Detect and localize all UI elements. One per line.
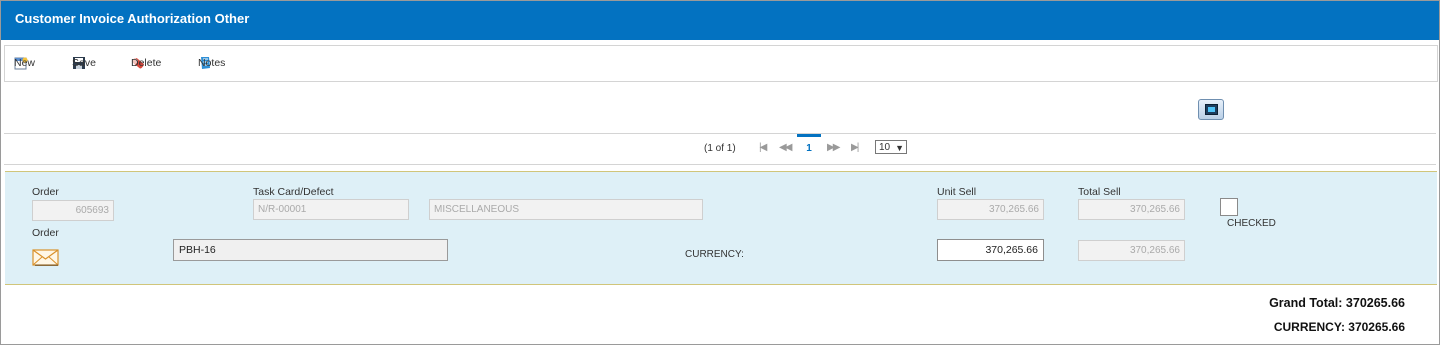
export-icon	[1205, 104, 1218, 115]
page-number-current[interactable]: 1	[797, 134, 821, 162]
checked-label: CHECKED	[1227, 218, 1276, 229]
window: Customer Invoice Authorization Other New…	[0, 0, 1440, 345]
page-title: Customer Invoice Authorization Other	[15, 11, 250, 26]
title-bar: Customer Invoice Authorization Other	[1, 1, 1439, 40]
delete-button[interactable]: Delete	[131, 55, 161, 71]
currency-unit-sell-input[interactable]: 370,265.66	[937, 239, 1044, 261]
export-button[interactable]	[1198, 99, 1224, 120]
notes-label: Notes	[198, 57, 226, 69]
notes-button[interactable]: Notes	[198, 55, 225, 71]
unit-sell-field: 370,265.66	[937, 199, 1044, 220]
chevron-down-icon: ▼	[895, 143, 904, 153]
order-label-2: Order	[32, 227, 59, 239]
unit-sell-label: Unit Sell	[937, 186, 977, 198]
total-sell-label: Total Sell	[1078, 186, 1121, 198]
checked-checkbox[interactable]	[1220, 198, 1238, 216]
last-page-button[interactable]: ▶|	[851, 142, 859, 153]
delete-label: Delete	[131, 57, 162, 69]
order-field: 605693	[32, 200, 114, 221]
task-card-label: Task Card/Defect	[253, 186, 334, 198]
page-info: (1 of 1)	[704, 143, 736, 154]
toolbar: New Save Delete Notes	[4, 45, 1438, 82]
grand-total: Grand Total: 370265.66	[1269, 296, 1405, 310]
next-page-button[interactable]: ▶▶	[827, 142, 840, 153]
currency-total: CURRENCY: 370265.66	[1273, 320, 1405, 334]
page-size-value: 10	[879, 142, 891, 153]
first-page-button[interactable]: |◀	[759, 142, 767, 153]
table-row: Order 605693 Task Card/Defect N/R-00001 …	[5, 171, 1437, 285]
paginator: (1 of 1) |◀ ◀◀ 1 ▶▶ ▶| 10 ▼	[4, 133, 1436, 165]
save-button[interactable]: Save	[72, 55, 96, 71]
prev-page-button[interactable]: ◀◀	[779, 142, 792, 153]
description-field: MISCELLANEOUS	[429, 199, 703, 220]
reference-input[interactable]: PBH-16	[173, 239, 448, 261]
total-sell-field: 370,265.66	[1078, 199, 1185, 220]
currency-total-sell-field: 370,265.66	[1078, 240, 1185, 261]
task-card-field: N/R-00001	[253, 199, 409, 220]
currency-label: CURRENCY:	[685, 249, 744, 260]
new-label: New	[14, 57, 36, 69]
new-button[interactable]: New	[14, 55, 36, 71]
order-label: Order	[32, 186, 59, 198]
mail-icon[interactable]	[32, 249, 59, 266]
save-label: Save	[72, 57, 96, 69]
page-size-select[interactable]: 10 ▼	[875, 140, 907, 154]
